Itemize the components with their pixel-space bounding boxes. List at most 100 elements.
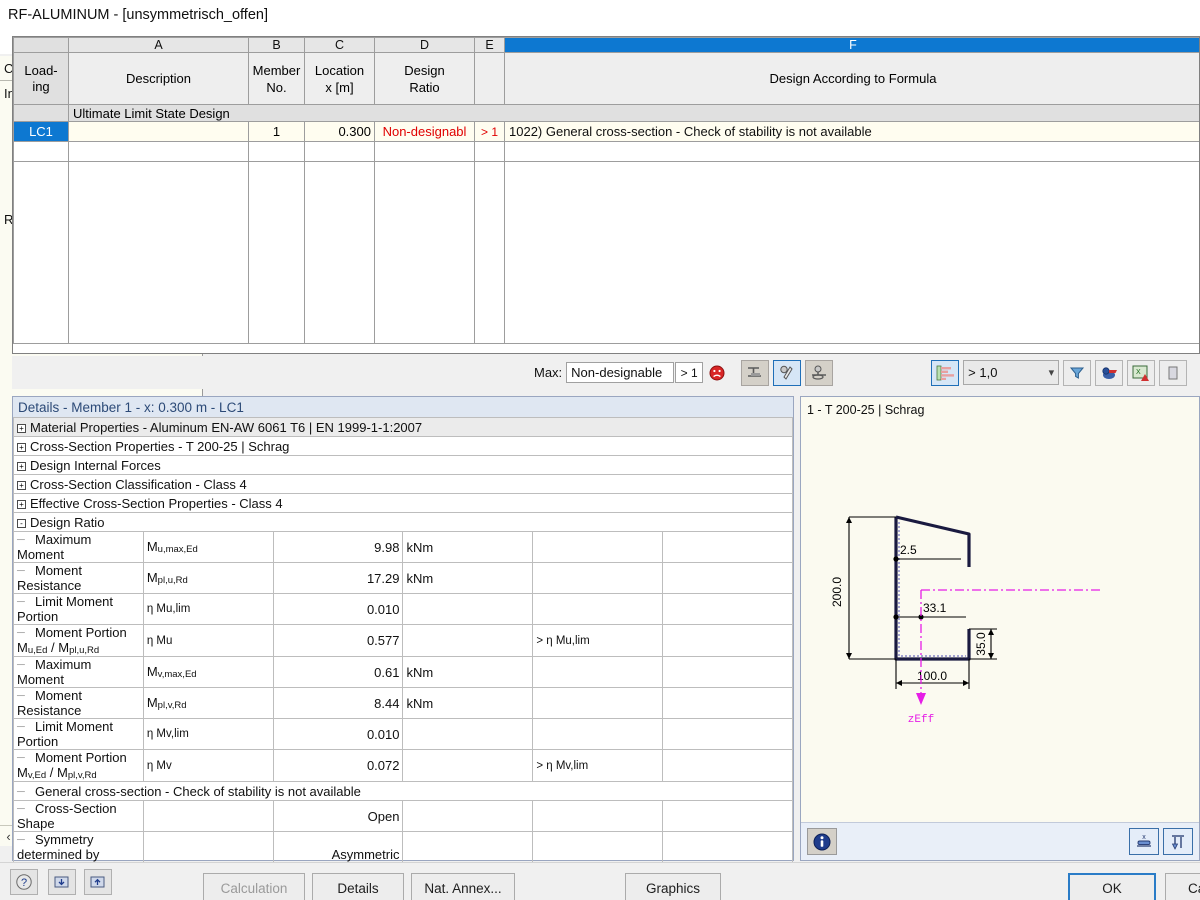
empty-cell[interactable]: [69, 142, 249, 162]
funnel-icon[interactable]: [1063, 360, 1091, 386]
details-group-row[interactable]: +Cross-Section Classification - Class 4: [14, 475, 793, 494]
tree-leaf-icon: ─: [17, 627, 35, 639]
collapse-icon[interactable]: -: [17, 519, 26, 528]
empty-cell[interactable]: [249, 162, 305, 344]
graphics-button[interactable]: Graphics: [625, 873, 721, 900]
row-ratio-flag[interactable]: > 1: [475, 122, 505, 142]
row-loading[interactable]: LC1: [14, 122, 69, 142]
grid-empty-row[interactable]: [14, 162, 1200, 344]
details-row[interactable]: ─Limit Moment Portion η Mv,lim 0.010: [14, 719, 793, 750]
row-description[interactable]: [69, 122, 249, 142]
dimension-x-icon[interactable]: x: [1129, 828, 1159, 855]
grid-header-location: Location x [m]: [305, 53, 375, 105]
details-label-text: General cross-section - Check of stabili…: [35, 784, 361, 799]
svg-text:X: X: [1136, 369, 1141, 376]
row-design-ratio[interactable]: Non-designabl: [375, 122, 475, 142]
empty-cell[interactable]: [475, 162, 505, 344]
expand-icon[interactable]: +: [17, 424, 26, 433]
details-row-symbol: η Mu: [143, 625, 273, 657]
expand-icon[interactable]: +: [17, 462, 26, 471]
details-group-design-ratio[interactable]: -Design Ratio: [14, 513, 793, 532]
details-row[interactable]: ─Limit Moment Portion η Mu,lim 0.010: [14, 594, 793, 625]
export-icon[interactable]: [84, 869, 112, 895]
row-location[interactable]: 0.300: [305, 122, 375, 142]
details-row[interactable]: ─Maximum Moment Mu,max,Ed 9.98 kNm: [14, 532, 793, 563]
details-row[interactable]: ─Moment Portion Mv,Ed / Mpl,v,Rd η Mv 0.…: [14, 750, 793, 782]
empty-cell[interactable]: [375, 162, 475, 344]
details-row-compare: > η Mv,lim: [533, 750, 663, 782]
empty-cell[interactable]: [69, 162, 249, 344]
details-button[interactable]: Details: [312, 873, 404, 900]
ratio-filter-select[interactable]: > 1,0 ▾: [963, 360, 1059, 385]
calculation-button[interactable]: Calculation: [203, 873, 305, 900]
nat-annex-button[interactable]: Nat. Annex...: [411, 873, 515, 900]
empty-loading-cell[interactable]: [14, 162, 69, 344]
section-view-icon[interactable]: [741, 360, 769, 386]
details-group-effective-cross-section-properties[interactable]: +Effective Cross-Section Properties - Cl…: [14, 494, 793, 513]
max-ratio-field: > 1: [675, 362, 703, 383]
details-group-row[interactable]: -Design Ratio: [14, 513, 793, 532]
empty-cell[interactable]: [305, 162, 375, 344]
empty-cell[interactable]: [505, 162, 1200, 344]
tree-leaf-icon: ─: [17, 534, 35, 546]
row-member-no[interactable]: 1: [249, 122, 305, 142]
empty-loading-cell[interactable]: [14, 142, 69, 162]
details-row[interactable]: ─Moment Portion Mu,Ed / Mpl,u,Rd η Mu 0.…: [14, 625, 793, 657]
result-bars-icon[interactable]: [931, 360, 959, 386]
empty-cell[interactable]: [249, 142, 305, 162]
info-icon[interactable]: [807, 828, 837, 855]
details-row-extra: [663, 594, 793, 625]
details-group-cross-section-classification[interactable]: +Cross-Section Classification - Class 4: [14, 475, 793, 494]
cross-section-drawing: 200.0 2.5 33.1 35.0: [801, 397, 1199, 817]
grid-col-letter-c[interactable]: C: [305, 38, 375, 53]
details-group-row[interactable]: +Effective Cross-Section Properties - Cl…: [14, 494, 793, 513]
empty-cell[interactable]: [375, 142, 475, 162]
support-view-icon[interactable]: [805, 360, 833, 386]
details-group-row[interactable]: +Cross-Section Properties - T 200-25 | S…: [14, 437, 793, 456]
details-label-sub2: pl,v,Rd: [68, 770, 97, 781]
clipboard-icon[interactable]: [1159, 360, 1187, 386]
grid-header-design-ratio: Design Ratio: [375, 53, 475, 105]
grid-col-letter-a[interactable]: A: [69, 38, 249, 53]
empty-cell[interactable]: [305, 142, 375, 162]
details-row-extra: [663, 719, 793, 750]
grid-header-ratio-line2: Ratio: [375, 79, 474, 96]
excel-export-icon[interactable]: X: [1127, 360, 1155, 386]
details-row[interactable]: ─Moment Resistance Mpl,u,Rd 17.29 kNm: [14, 563, 793, 594]
grid-col-letter-f[interactable]: F: [505, 38, 1200, 53]
grid-col-letter-b[interactable]: B: [249, 38, 305, 53]
details-row[interactable]: ─Maximum Moment Mv,max,Ed 0.61 kNm: [14, 657, 793, 688]
expand-icon[interactable]: +: [17, 500, 26, 509]
table-row[interactable]: LC1 1 0.300 Non-designabl > 1 1022) Gene…: [14, 122, 1200, 142]
grid-col-letter-d[interactable]: D: [375, 38, 475, 53]
grid-empty-row[interactable]: [14, 142, 1200, 162]
row-formula[interactable]: 1022) General cross-section - Check of s…: [505, 122, 1200, 142]
results-grid[interactable]: A B C D E F Load- ing Description Member…: [12, 36, 1200, 354]
details-group-design-internal-forces[interactable]: +Design Internal Forces: [14, 456, 793, 475]
import-icon[interactable]: [48, 869, 76, 895]
dim-lip-label: 35.0: [974, 632, 988, 656]
details-group-row[interactable]: +Material Properties - Aluminum EN-AW 60…: [14, 418, 793, 437]
details-group-row[interactable]: +Design Internal Forces: [14, 456, 793, 475]
details-row[interactable]: ─Cross-Section Shape Open: [14, 801, 793, 832]
grid-col-letter-e[interactable]: E: [475, 38, 505, 53]
empty-cell[interactable]: [505, 142, 1200, 162]
details-table: +Material Properties - Aluminum EN-AW 60…: [13, 417, 793, 900]
max-label: Max:: [534, 365, 562, 380]
expand-icon[interactable]: +: [17, 443, 26, 452]
details-row[interactable]: ─Moment Resistance Mpl,v,Rd 8.44 kNm: [14, 688, 793, 719]
member-view-icon[interactable]: [773, 360, 801, 386]
empty-cell[interactable]: [475, 142, 505, 162]
details-group-material-properties[interactable]: +Material Properties - Aluminum EN-AW 60…: [14, 418, 793, 437]
details-group-cross-section-properties[interactable]: +Cross-Section Properties - T 200-25 | S…: [14, 437, 793, 456]
details-label-sub1: u,Ed: [28, 645, 48, 656]
help-icon[interactable]: ?: [10, 869, 38, 895]
details-row[interactable]: ─General cross-section - Check of stabil…: [14, 782, 793, 801]
dimension-y-icon[interactable]: [1163, 828, 1193, 855]
tree-leaf-icon: ─: [17, 786, 35, 798]
symbol-main: M: [147, 664, 158, 679]
ok-button[interactable]: OK: [1068, 873, 1156, 900]
cancel-button[interactable]: Cancel: [1165, 873, 1200, 900]
expand-icon[interactable]: +: [17, 481, 26, 490]
printer-icon[interactable]: [1095, 360, 1123, 386]
